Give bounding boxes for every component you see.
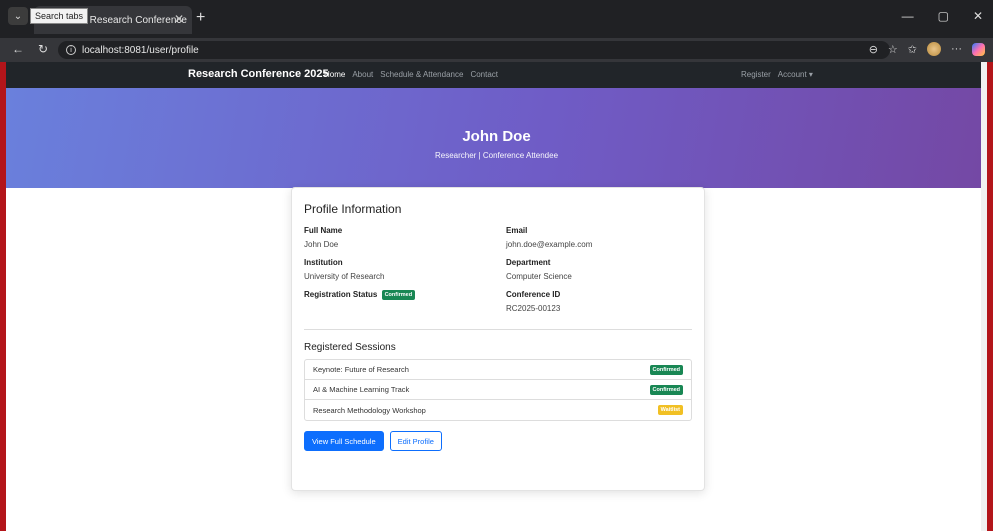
site-info-icon[interactable]: i [66,45,76,55]
view-full-schedule-button[interactable]: View Full Schedule [304,431,384,451]
tooltip: Search tabs [30,8,89,24]
registration-status-label: Registration Status Confirmed [304,290,506,300]
registration-status-field: Registration Status Confirmed [304,290,506,313]
more-icon[interactable]: ··· [951,43,962,55]
session-status-badge: Confirmed [649,364,683,375]
favorite-icon[interactable]: ☆ [888,43,898,56]
profile-heading: Profile Information [304,202,402,216]
edit-profile-button[interactable]: Edit Profile [389,431,442,451]
nav-register[interactable]: Register [741,70,771,79]
tab-search-button[interactable]: ⌄ [8,7,28,25]
profile-avatar-icon[interactable] [927,42,941,56]
site-brand[interactable]: Research Conference 2025 [188,68,329,80]
divider [304,329,692,330]
minimize-icon[interactable]: — [902,9,914,23]
profile-card: Profile Information Full Name John Doe E… [291,187,705,491]
institution-value: University of Research [304,272,385,281]
session-name: AI & Machine Learning Track [313,385,410,394]
status-label-text: Registration Status [304,290,378,300]
reload-icon[interactable]: ↻ [38,42,48,56]
browser-tabbar: ⌄ Search tabs file - Research Conference… [0,0,993,38]
institution-field: Institution University of Research [304,258,506,281]
close-window-icon[interactable]: ✕ [973,9,983,23]
email-label: Email [506,226,528,235]
conference-id-label: Conference ID [506,290,561,299]
favorites-bar-icon[interactable]: ✩ [908,43,917,56]
full-name-field: Full Name John Doe [304,226,506,249]
address-bar-row: ← ↻ i localhost:8081/user/profile ⊖ ☆ ✩ … [0,38,993,62]
nav-home[interactable]: Home [324,70,345,79]
window-controls: — ▢ ✕ [902,9,983,23]
copilot-icon[interactable] [972,42,985,56]
new-tab-icon[interactable]: + [196,9,205,27]
profile-hero: John Doe Researcher | Conference Attende… [6,88,987,188]
zoom-icon[interactable]: ⊖ [869,43,878,56]
sessions-list: Keynote: Future of Research Confirmed AI… [304,359,692,421]
nav-about[interactable]: About [352,70,373,79]
institution-label: Institution [304,258,343,267]
profile-name: John Doe [462,128,531,145]
conference-id-value: RC2025-00123 [506,304,561,313]
list-item[interactable]: Research Methodology Workshop Waitlist [305,400,691,420]
department-value: Computer Science [506,272,572,281]
back-icon[interactable]: ← [12,42,24,56]
session-status-badge: Confirmed [649,384,683,395]
close-tab-icon[interactable]: ✕ [174,12,184,26]
profile-subtitle: Researcher | Conference Attendee [434,151,559,160]
session-name: Keynote: Future of Research [313,365,409,374]
session-status-badge: Waitlist [657,405,683,415]
nav-account-dropdown[interactable]: Account ▾ [778,70,813,79]
email-field: Email john.doe@example.com [506,226,696,249]
full-name-value: John Doe [304,240,339,249]
url-text: localhost:8081/user/profile [82,44,199,56]
list-item[interactable]: Keynote: Future of Research Confirmed [305,360,691,380]
site-navbar: Research Conference 2025 Home About Sche… [6,62,987,88]
department-label: Department [506,258,551,267]
url-field[interactable]: i localhost:8081/user/profile [58,41,890,59]
department-field: Department Computer Science [506,258,696,281]
email-value: john.doe@example.com [506,240,593,249]
list-item[interactable]: AI & Machine Learning Track Confirmed [305,380,691,400]
full-name-label: Full Name [304,226,343,235]
session-name: Research Methodology Workshop [313,405,426,415]
status-badge: Confirmed [381,290,416,300]
sessions-heading: Registered Sessions [304,342,396,353]
nav-schedule[interactable]: Schedule & Attendance [380,70,463,79]
page-scrollbar[interactable] [981,62,987,531]
restore-icon[interactable]: ▢ [938,9,949,23]
conference-id-field: Conference ID RC2025-00123 [506,290,696,313]
nav-contact[interactable]: Contact [470,70,498,79]
